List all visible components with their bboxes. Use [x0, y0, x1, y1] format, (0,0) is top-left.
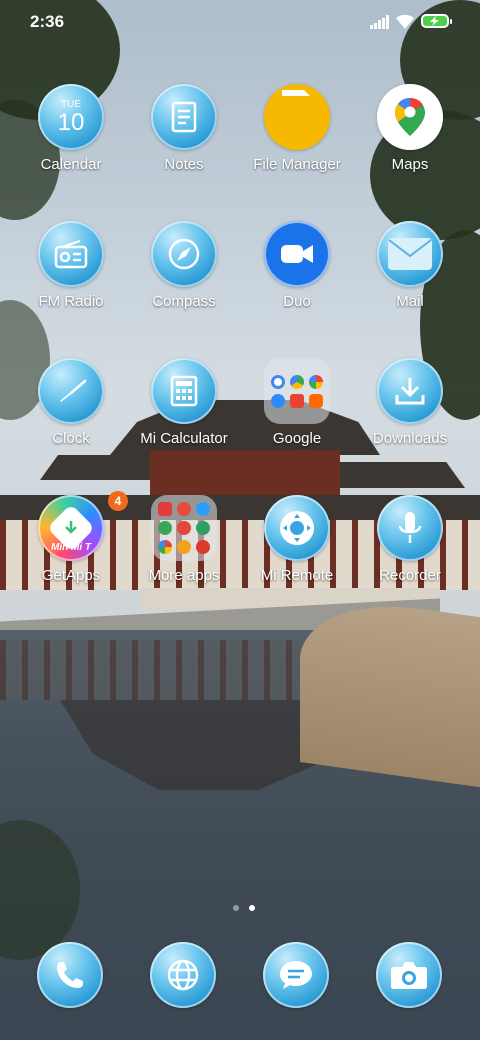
app-mail[interactable]: Mail — [355, 221, 465, 310]
wallpaper-temple-hall — [150, 450, 340, 495]
notification-badge: 4 — [108, 491, 128, 511]
folder-more-apps[interactable]: More apps — [129, 495, 239, 584]
folder-icon — [264, 358, 330, 424]
video-camera-icon — [264, 221, 330, 287]
app-notes[interactable]: Notes — [129, 84, 239, 173]
app-label: Duo — [283, 293, 311, 310]
status-bar: 2:36 — [0, 0, 480, 44]
app-label: Notes — [164, 156, 204, 173]
notes-icon — [151, 84, 217, 150]
microphone-icon — [377, 495, 443, 561]
calculator-icon — [151, 358, 217, 424]
clock-icon — [38, 358, 104, 424]
app-label: GetApps — [41, 567, 101, 584]
camera-icon — [376, 942, 442, 1008]
app-compass[interactable]: Compass — [129, 221, 239, 310]
download-icon — [377, 358, 443, 424]
app-file-manager[interactable]: File Manager — [242, 84, 352, 173]
app-recorder[interactable]: Recorder — [355, 495, 465, 584]
app-label: Downloads — [372, 430, 448, 447]
app-maps[interactable]: Maps — [355, 84, 465, 173]
dock-messages[interactable] — [263, 942, 329, 1008]
mail-icon — [377, 221, 443, 287]
message-icon — [263, 942, 329, 1008]
app-mi-remote[interactable]: Mi Remote — [242, 495, 352, 584]
app-label: Mi Calculator — [140, 430, 228, 447]
status-time: 2:36 — [30, 12, 65, 31]
getapps-icon-text: Min Mi T — [51, 542, 91, 553]
calendar-day: 10 — [57, 109, 85, 136]
compass-icon — [151, 221, 217, 287]
calendar-icon: TUE 10 — [38, 84, 104, 150]
battery-charging-icon — [421, 14, 452, 28]
wallpaper-temple-roof — [340, 462, 465, 488]
phone-icon — [37, 942, 103, 1008]
app-duo[interactable]: Duo — [242, 221, 352, 310]
getapps-icon: Min Mi T — [38, 495, 104, 561]
dock-phone[interactable] — [37, 942, 103, 1008]
maps-icon — [377, 84, 443, 150]
app-calendar[interactable]: TUE 10 Calendar — [16, 84, 126, 173]
app-label: Mi Remote — [260, 567, 334, 584]
app-fm-radio[interactable]: FM Radio — [16, 221, 126, 310]
app-label: Compass — [152, 293, 216, 310]
file-manager-icon — [264, 84, 330, 150]
wallpaper-temple-roof — [40, 455, 160, 480]
dock-browser[interactable] — [150, 942, 216, 1008]
wallpaper-bank — [300, 591, 480, 791]
app-calculator[interactable]: Mi Calculator — [129, 358, 239, 447]
signal-icon — [370, 15, 390, 29]
remote-icon — [264, 495, 330, 561]
wifi-icon — [396, 14, 414, 29]
app-getapps[interactable]: Min Mi T 4 GetApps — [16, 491, 128, 584]
app-label: Google — [272, 430, 322, 447]
dock-camera[interactable] — [376, 942, 442, 1008]
folder-google[interactable]: Google — [242, 358, 352, 447]
app-label: Recorder — [379, 567, 441, 584]
page-indicator — [228, 898, 260, 916]
app-label: Maps — [391, 156, 429, 173]
page-dot[interactable] — [233, 905, 239, 911]
app-downloads[interactable]: Downloads — [355, 358, 465, 447]
page-dot-active[interactable] — [249, 905, 255, 911]
globe-icon — [150, 942, 216, 1008]
app-label: Calendar — [40, 156, 102, 173]
app-label: FM Radio — [38, 293, 104, 310]
app-label: File Manager — [253, 156, 341, 173]
app-label: More apps — [148, 567, 220, 584]
folder-icon — [151, 495, 217, 561]
app-label: Mail — [396, 293, 424, 310]
app-clock[interactable]: Clock — [16, 358, 126, 447]
app-label: Clock — [52, 430, 90, 447]
radio-icon — [38, 221, 104, 287]
